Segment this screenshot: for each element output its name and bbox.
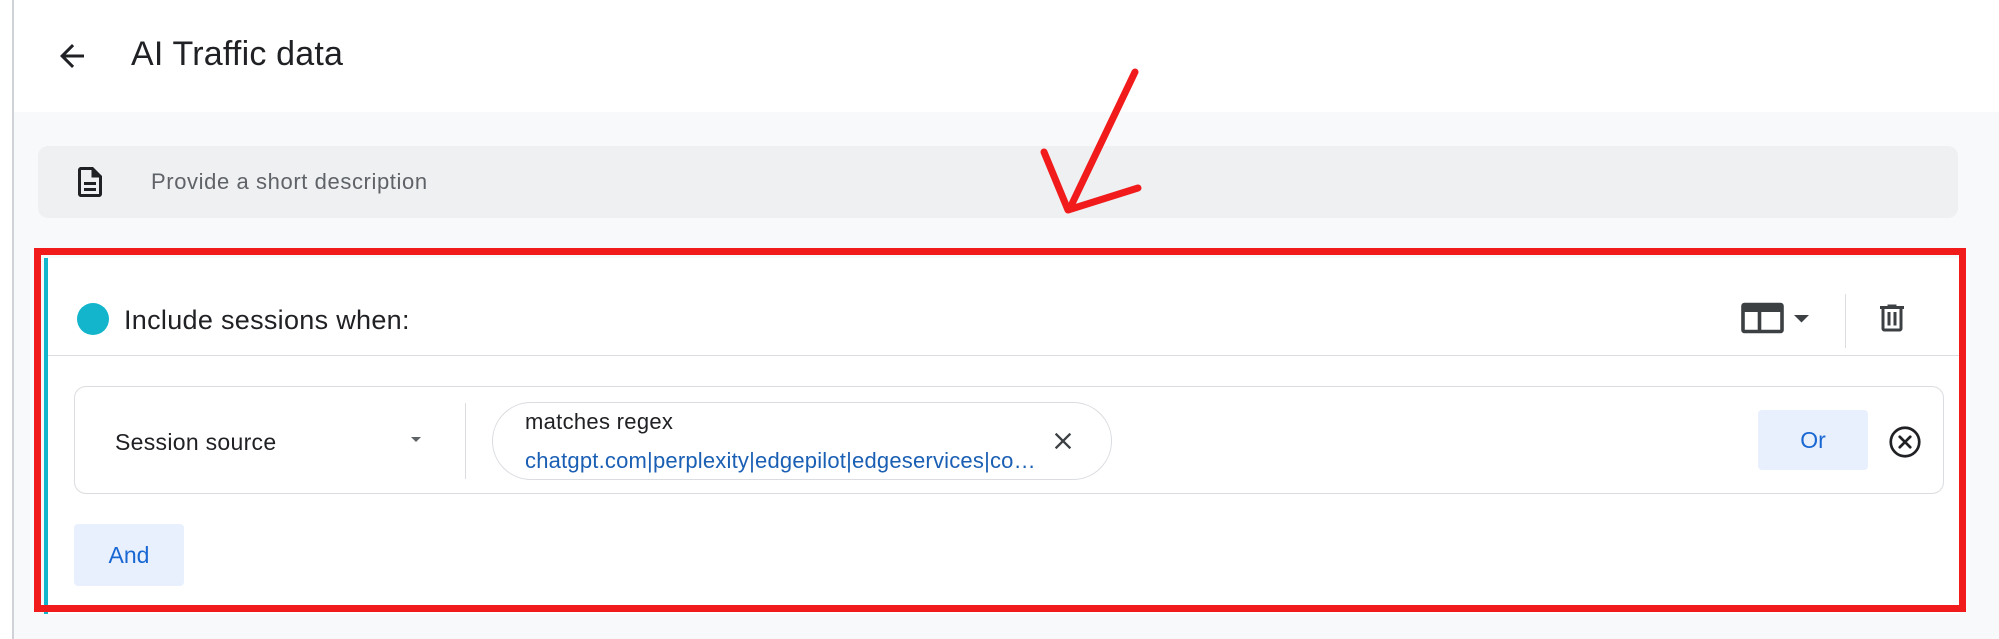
left-window-edge: [0, 0, 14, 639]
condition-group-heading: Include sessions when:: [124, 305, 410, 335]
condition-group-header: Include sessions when:: [48, 258, 1960, 356]
page-title: AI Traffic data: [131, 35, 344, 73]
group-color-dot: [77, 303, 109, 335]
header-divider: [1845, 294, 1846, 348]
close-icon[interactable]: [1049, 427, 1077, 455]
description-placeholder: Provide a short description: [151, 169, 428, 194]
dimension-label: Session source: [115, 429, 277, 455]
back-arrow-icon[interactable]: [54, 38, 90, 74]
chevron-down-icon: [411, 437, 421, 442]
row-divider: [465, 403, 466, 479]
and-button[interactable]: And: [74, 524, 184, 586]
layout-icon[interactable]: [1740, 300, 1812, 336]
document-icon: [78, 167, 102, 197]
trash-icon[interactable]: [1874, 298, 1910, 338]
condition-value: chatgpt.com|perplexity|edgepilot|edgeser…: [525, 448, 1045, 473]
condition-group-card: Include sessions when: Session source ma…: [44, 258, 1960, 614]
condition-row: Session source matches regex chatgpt.com…: [74, 386, 1944, 494]
condition-value-chip[interactable]: matches regex chatgpt.com|perplexity|edg…: [492, 402, 1112, 480]
condition-operator: matches regex: [525, 409, 674, 434]
remove-circle-icon[interactable]: [1887, 424, 1923, 460]
or-button[interactable]: Or: [1758, 410, 1868, 470]
dimension-select[interactable]: Session source: [75, 387, 465, 493]
